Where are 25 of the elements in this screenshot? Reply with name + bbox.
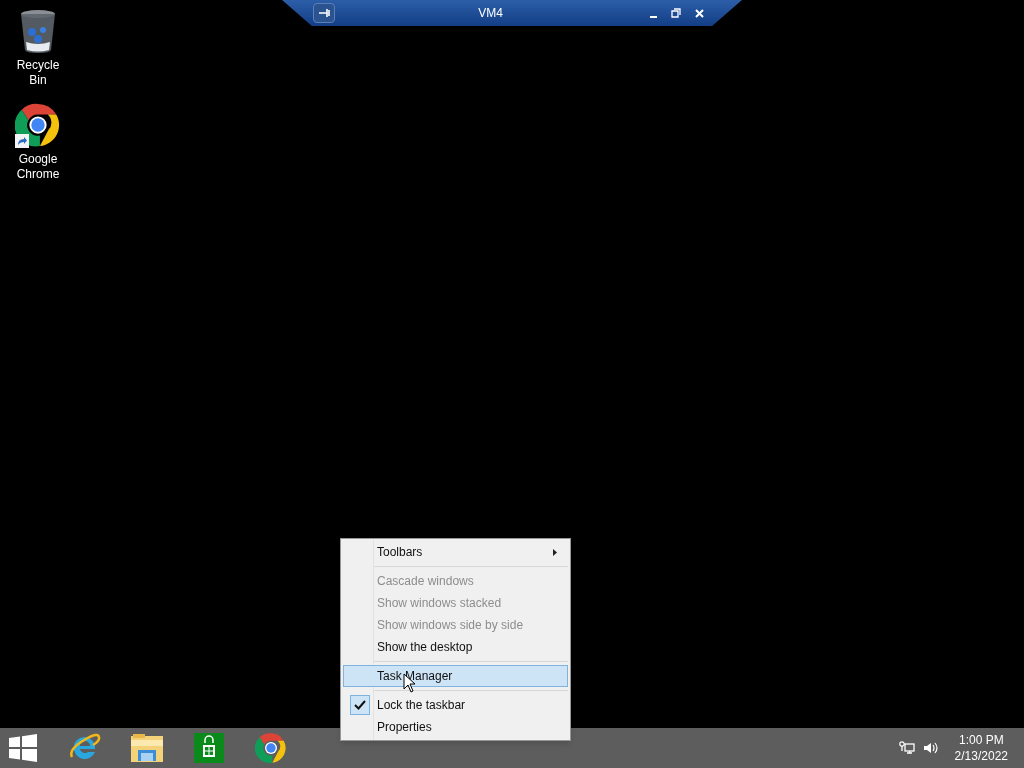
windows-logo-icon <box>9 734 37 762</box>
desktop-icon-label[interactable]: Google Chrome <box>3 152 73 182</box>
menu-item[interactable]: Lock the taskbar <box>343 694 568 716</box>
pin-icon <box>318 8 330 18</box>
connection-title: VM4 <box>477 5 504 22</box>
menu-item[interactable]: Show the desktop <box>343 636 568 658</box>
minimize-icon <box>649 16 657 18</box>
close-button[interactable] <box>692 6 706 20</box>
menu-item[interactable]: Toolbars <box>343 541 568 563</box>
network-icon[interactable] <box>898 741 915 755</box>
clock[interactable]: 1:00 PM 2/13/2022 <box>954 732 1008 764</box>
submenu-arrow-icon <box>553 548 557 556</box>
chrome-icon <box>255 732 287 764</box>
recycle-bin-icon <box>18 8 58 54</box>
close-icon <box>694 8 704 18</box>
restore-button[interactable] <box>669 6 683 20</box>
menu-item[interactable]: Properties <box>343 716 568 738</box>
tick-icon <box>353 700 366 710</box>
menu-item[interactable]: Task Manager <box>343 665 568 687</box>
shortcut-arrow-icon <box>15 134 29 148</box>
pin-button[interactable] <box>313 3 335 23</box>
folder-icon <box>130 733 164 763</box>
speaker-icon[interactable] <box>922 741 939 755</box>
desktop-icon-label[interactable]: Recycle Bin <box>3 58 73 88</box>
restore-icon <box>671 8 681 18</box>
